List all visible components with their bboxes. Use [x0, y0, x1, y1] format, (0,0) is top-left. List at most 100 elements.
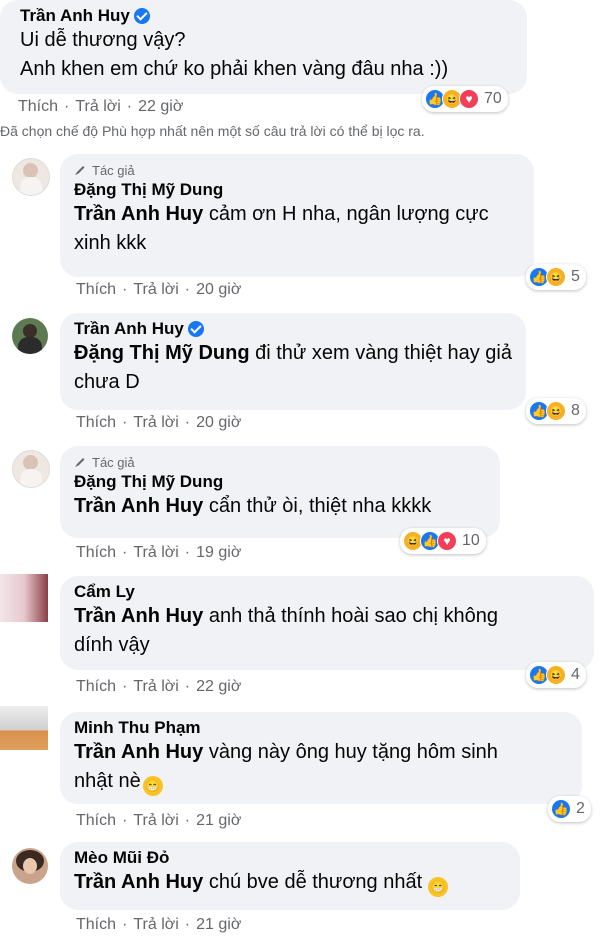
mention[interactable]: Trần Anh Huy: [74, 495, 203, 517]
author-tag-label: Tác giả: [92, 162, 135, 178]
reply-button[interactable]: Trả lời: [133, 678, 178, 696]
timestamp[interactable]: 22 giờ: [196, 678, 241, 696]
reply-button[interactable]: Trả lời: [133, 812, 178, 830]
separator: ·: [126, 98, 133, 115]
reply-author[interactable]: Đặng Thị Mỹ Dung: [74, 472, 486, 492]
reply-actions: Thích · Trả lời · 19 giờ: [76, 544, 241, 562]
reaction-count: 5: [571, 268, 580, 285]
like-button[interactable]: Thích: [76, 916, 116, 934]
avatar[interactable]: [12, 158, 50, 196]
reply-actions: Thích · Trả lời · 21 giờ: [76, 812, 241, 830]
reply-bubble: Tác giả Đặng Thị Mỹ Dung Trần Anh Huy cả…: [60, 154, 534, 277]
reply-text: cảm ơn H nha, ngân lượng cực: [203, 203, 489, 225]
haha-icon: 😆: [546, 401, 566, 421]
like-button[interactable]: Thích: [76, 678, 116, 696]
timestamp[interactable]: 20 giờ: [196, 281, 241, 299]
grin-emoji-icon: 😁: [142, 776, 163, 796]
separator: ·: [184, 812, 191, 829]
separator: ·: [184, 678, 191, 695]
reply-button[interactable]: Trả lời: [133, 544, 178, 562]
reply-text: chú bve dễ thương nhất: [203, 871, 423, 893]
reply-text: vàng này ông huy tặng hôm sinh: [203, 741, 498, 763]
timestamp[interactable]: 21 giờ: [196, 916, 241, 934]
mention[interactable]: Đặng Thị Mỹ Dung: [74, 342, 250, 364]
like-button[interactable]: Thích: [76, 414, 116, 432]
like-button[interactable]: Thích: [76, 544, 116, 562]
reply-actions: Thích · Trả lời · 20 giờ: [76, 414, 241, 432]
reply-line: chưa D: [74, 371, 140, 393]
reply-bubble: Mèo Mũi Đỏ Trần Anh Huy chú bve dễ thươn…: [60, 842, 520, 910]
reaction-summary[interactable]: 👍 😆 ♥ 70: [422, 86, 508, 112]
verified-badge-icon: [187, 321, 204, 337]
mention[interactable]: Trần Anh Huy: [74, 871, 203, 893]
like-button[interactable]: Thích: [18, 98, 58, 116]
reply-button[interactable]: Trả lời: [133, 281, 178, 299]
comment-author: Trần Anh Huy: [20, 6, 513, 26]
like-button[interactable]: Thích: [76, 281, 116, 299]
reply-bubble: Cẩm Ly Trần Anh Huy anh thả thính hoài s…: [60, 576, 594, 670]
reply-line: xinh kkk: [74, 232, 147, 254]
reply-button[interactable]: Trả lời: [133, 916, 178, 934]
reply-bubble: Trần Anh Huy Đặng Thị Mỹ Dung đi thử xem…: [60, 313, 526, 410]
mention[interactable]: Trần Anh Huy: [74, 605, 203, 627]
reply-line: dính vậy: [74, 634, 150, 656]
reply-bubble: Tác giả Đặng Thị Mỹ Dung Trần Anh Huy cẩ…: [60, 446, 500, 538]
separator: ·: [184, 281, 191, 298]
verified-badge-icon: [133, 8, 150, 24]
comment-bubble-top: Trần Anh Huy Ui dễ thương vậy? Anh khen …: [0, 0, 527, 94]
separator: ·: [184, 544, 191, 561]
avatar[interactable]: [0, 706, 48, 750]
reaction-summary[interactable]: 👍 😆 5: [526, 264, 586, 290]
reply-line: Trần Anh Huy cảm ơn H nha, ngân lượng cự…: [74, 200, 520, 229]
reply-line: nhật nè 😁: [74, 767, 568, 796]
reaction-count: 70: [484, 90, 502, 107]
author-name[interactable]: Trần Anh Huy: [20, 6, 130, 26]
haha-icon: 😆: [546, 665, 566, 685]
avatar[interactable]: [12, 848, 48, 884]
timestamp[interactable]: 22 giờ: [138, 98, 183, 116]
separator: ·: [184, 916, 191, 933]
reply-author[interactable]: Cẩm Ly: [74, 582, 580, 602]
reply-author[interactable]: Minh Thu Phạm: [74, 718, 568, 738]
reply-line: Trần Anh Huy vàng này ông huy tặng hôm s…: [74, 738, 568, 767]
separator: ·: [184, 414, 191, 431]
reply-text: đi thử xem vàng thiệt hay giả: [249, 342, 512, 364]
reply-line: Trần Anh Huy anh thả thính hoài sao chị …: [74, 602, 580, 631]
comment-line: Ui dễ thương vậy?: [20, 29, 186, 51]
love-icon: ♥: [437, 531, 457, 551]
mention[interactable]: Trần Anh Huy: [74, 741, 203, 763]
comment-line: Anh khen em chứ ko phải khen vàng đâu nh…: [20, 58, 449, 80]
author-tag: Tác giả: [74, 160, 520, 180]
reply-button[interactable]: Trả lời: [75, 98, 120, 116]
timestamp[interactable]: 20 giờ: [196, 414, 241, 432]
reply-actions: Thích · Trả lời · 22 giờ: [76, 678, 241, 696]
avatar[interactable]: [12, 318, 48, 354]
comment-actions: Thích · Trả lời · 22 giờ: [18, 98, 183, 116]
separator: ·: [122, 414, 128, 431]
reply-author[interactable]: Đặng Thị Mỹ Dung: [74, 180, 520, 200]
reaction-summary[interactable]: 👍 😆 4: [526, 662, 586, 688]
like-button[interactable]: Thích: [76, 812, 116, 830]
separator: ·: [122, 544, 128, 561]
reaction-summary[interactable]: 👍 2: [548, 796, 591, 822]
like-icon: 👍: [551, 799, 571, 819]
reply-author[interactable]: Mèo Mũi Đỏ: [74, 848, 506, 868]
timestamp[interactable]: 19 giờ: [196, 544, 241, 562]
reply-button[interactable]: Trả lời: [133, 414, 178, 432]
reply-line: Trần Anh Huy cẩn thử òi, thiệt nha kkkk: [74, 492, 486, 521]
reaction-summary[interactable]: 😆 👍 ♥ 10: [400, 528, 486, 554]
reaction-summary[interactable]: 👍 😆 8: [526, 398, 586, 424]
timestamp[interactable]: 21 giờ: [196, 812, 241, 830]
separator: ·: [64, 98, 70, 115]
reply-author: Trần Anh Huy: [74, 319, 512, 339]
reply-actions: Thích · Trả lời · 20 giờ: [76, 281, 241, 299]
reply-text: cẩn thử òi, thiệt nha kkkk: [203, 495, 432, 517]
pen-icon: [75, 166, 85, 175]
author-name[interactable]: Trần Anh Huy: [74, 319, 184, 339]
mention[interactable]: Trần Anh Huy: [74, 203, 203, 225]
filter-notice: Đã chọn chế độ Phù hợp nhất nên một số c…: [0, 123, 425, 139]
author-tag-label: Tác giả: [92, 454, 135, 470]
avatar[interactable]: [12, 450, 50, 488]
avatar[interactable]: [0, 574, 48, 622]
reaction-count: 4: [571, 666, 580, 683]
